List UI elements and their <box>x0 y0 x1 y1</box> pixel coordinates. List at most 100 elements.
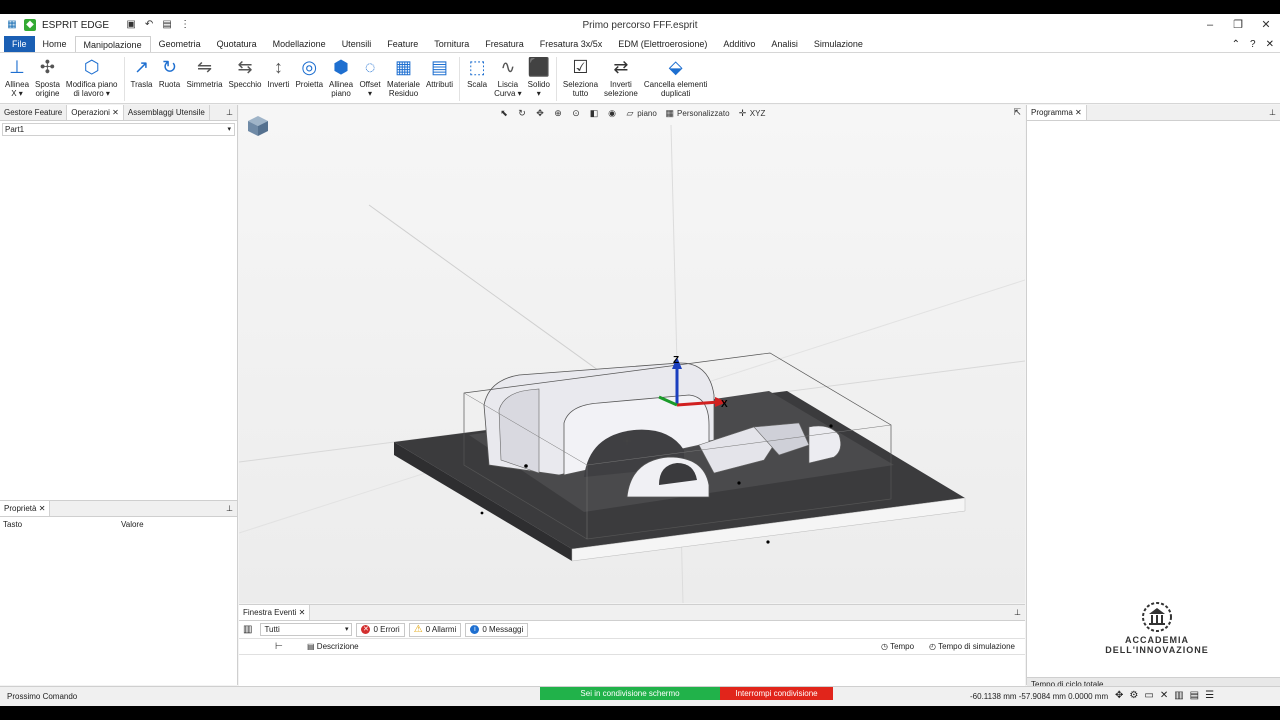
tab-tornitura[interactable]: Tornitura <box>426 36 477 52</box>
ribbon-button-16[interactable]: ☑ Seleziona tutto <box>560 53 601 98</box>
ribbon-label: Materiale Residuo <box>387 80 420 98</box>
tab-modellazione[interactable]: Modellazione <box>265 36 334 52</box>
right-panel-tabs: Programma ✕ ⊥ <box>1027 105 1280 121</box>
ribbon-button-15[interactable]: ⬛ Solido ▾ <box>525 53 553 98</box>
tab-fresatura[interactable]: Fresatura <box>477 36 532 52</box>
close-tab-icon[interactable]: ✕ <box>1075 108 1082 117</box>
help-icon[interactable]: ? <box>1250 39 1256 50</box>
stop-sharing-button[interactable]: Interrompi condivisione <box>720 687 833 700</box>
snap-icon[interactable]: ✥ <box>1115 690 1123 701</box>
delete-duplicates-icon: ⬙ <box>668 57 683 77</box>
tab-file[interactable]: File <box>4 36 35 52</box>
cancel-icon[interactable]: ✕ <box>1160 690 1168 701</box>
close-tab-icon[interactable]: ✕ <box>39 504 46 513</box>
ribbon-button-11[interactable]: ▦ Materiale Residuo <box>384 53 423 98</box>
grid-icon[interactable]: ▥ <box>1174 690 1183 701</box>
tab-proprieta[interactable]: Proprietà ✕ <box>0 501 51 516</box>
history-icon[interactable]: ▤ <box>161 19 173 31</box>
messages-filter[interactable]: i 0 Messaggi <box>465 622 529 637</box>
settings-icon[interactable]: ⚙ <box>1129 690 1138 701</box>
tab-additivo[interactable]: Additivo <box>715 36 763 52</box>
column-descrizione[interactable]: ▤ Descrizione <box>307 642 359 651</box>
ribbon-button-8[interactable]: ◎ Proietta <box>292 53 326 89</box>
tree-icon[interactable]: ⊢ <box>275 641 283 652</box>
part-model[interactable]: Z X <box>239 105 1025 603</box>
column-simulazione-label: Tempo di simulazione <box>938 642 1015 651</box>
tab-fresatura-3x5x[interactable]: Fresatura 3x/5x <box>532 36 611 52</box>
warning-icon: ⚠ <box>413 624 423 635</box>
tab-operazioni[interactable]: Operazioni ✕ <box>67 105 124 120</box>
pin-icon[interactable]: ⊥ <box>1269 105 1276 120</box>
ribbon-button-12[interactable]: ▤ Attributi <box>423 53 456 89</box>
ribbon-button-3[interactable]: ↗ Trasla <box>128 53 156 89</box>
customize-dropdown-icon[interactable]: ⋮ <box>179 19 191 31</box>
part-selector[interactable]: Part1 ▾ <box>2 123 235 136</box>
rotate-icon: ↻ <box>161 57 178 77</box>
tab-assemblaggi-utensile[interactable]: Assemblaggi Utensile <box>124 105 210 120</box>
tab-simulazione[interactable]: Simulazione <box>806 36 871 52</box>
column-tempo[interactable]: ◷ Tempo <box>881 642 914 651</box>
tab-finestra-eventi[interactable]: Finestra Eventi ✕ <box>239 605 311 620</box>
restore-icon[interactable]: ❐ <box>1224 14 1252 36</box>
column-simulazione[interactable]: ◴ Tempo di simulazione <box>929 642 1015 651</box>
ribbon-label: Proietta <box>295 80 324 89</box>
close-doc-icon[interactable]: ✕ <box>1266 39 1274 50</box>
clear-events-icon[interactable]: ▥ <box>243 624 252 635</box>
tab-edm[interactable]: EDM (Elettroerosione) <box>610 36 715 52</box>
collapse-ribbon-icon[interactable]: ⌃ <box>1232 39 1240 50</box>
pin-icon[interactable]: ⊥ <box>226 105 233 120</box>
tab-manipolazione[interactable]: Manipolazione <box>74 36 151 52</box>
view-icon[interactable]: ▭ <box>1144 690 1153 701</box>
tab-quotatura[interactable]: Quotatura <box>209 36 265 52</box>
logo-line2: DELL'INNOVAZIONE <box>1105 645 1209 655</box>
tab-feature[interactable]: Feature <box>379 36 426 52</box>
part-selector-value: Part1 <box>5 125 25 134</box>
ribbon-label: Modifica piano di lavoro ▾ <box>65 80 118 98</box>
layers-icon[interactable]: ▤ <box>1190 690 1199 701</box>
ribbon-button-5[interactable]: ⇋ Simmetria <box>184 53 226 89</box>
ribbon-button-13[interactable]: ⬚ Scala <box>463 53 491 89</box>
ribbon-button-7[interactable]: ↕ Inverti <box>264 53 292 89</box>
tab-gestore-feature[interactable]: Gestore Feature <box>0 105 68 120</box>
minimize-icon[interactable]: – <box>1196 14 1224 36</box>
tab-geometria[interactable]: Geometria <box>151 36 209 52</box>
ribbon-button-9[interactable]: ⬢ Allinea piano <box>326 53 356 98</box>
ribbon-button-10[interactable]: ◌ Offset ▾ <box>356 53 384 98</box>
tab-finestra-eventi-label: Finestra Eventi <box>243 608 297 617</box>
close-tab-icon[interactable]: ✕ <box>112 108 119 117</box>
reflect-icon: ⇆ <box>237 57 253 77</box>
status-icons: ✥ ⚙ ▭ ✕ ▥ ▤ ☰ <box>1115 690 1214 701</box>
tab-home[interactable]: Home <box>35 36 75 52</box>
ribbon-separator <box>555 57 557 101</box>
tab-programma[interactable]: Programma ✕ <box>1027 105 1087 120</box>
offset-icon: ◌ <box>364 57 376 77</box>
save-icon[interactable]: ▣ <box>125 19 137 31</box>
events-filter-value: Tutti <box>264 625 280 634</box>
3d-viewport[interactable]: ⬉ ↻ ✥ ⊕ ⊙ ◧ ◉ ▱ piano ▦ Personalizzato ✛… <box>239 105 1025 603</box>
alarms-filter[interactable]: ⚠ 0 Allarmi <box>408 622 462 637</box>
ribbon-button-18[interactable]: ⬙ Cancella elementi duplicati <box>641 53 711 98</box>
tab-analisi[interactable]: Analisi <box>763 36 806 52</box>
app-menu-icon[interactable]: ▦ <box>6 19 18 31</box>
close-icon[interactable]: ✕ <box>1252 14 1280 36</box>
attributes-icon: ▤ <box>431 57 449 77</box>
esprit-logo-icon: ◆ <box>24 19 36 31</box>
events-filter-select[interactable]: Tutti ▾ <box>260 623 353 636</box>
ribbon-button-14[interactable]: ∿ Liscia Curva ▾ <box>491 53 525 98</box>
ribbon-button-0[interactable]: ⊥ Allinea X ▾ <box>2 53 32 98</box>
ribbon-label: Scala <box>467 80 488 89</box>
ribbon-button-6[interactable]: ⇆ Specchio <box>226 53 265 89</box>
close-tab-icon[interactable]: ✕ <box>299 608 306 617</box>
ribbon-button-1[interactable]: ✣ Sposta origine <box>32 53 63 98</box>
undo-icon[interactable]: ↶ <box>143 19 155 31</box>
pin-icon[interactable]: ⊥ <box>1014 605 1021 620</box>
errors-filter[interactable]: ✕ 0 Errori <box>356 622 405 637</box>
ribbon-button-4[interactable]: ↻ Ruota <box>156 53 184 89</box>
tab-utensili[interactable]: Utensili <box>334 36 380 52</box>
ribbon-separator <box>123 57 125 101</box>
ribbon-label: Allinea piano <box>329 80 354 98</box>
ribbon-button-17[interactable]: ⇄ Inverti selezione <box>601 53 641 98</box>
ribbon-button-2[interactable]: ⬡ Modifica piano di lavoro ▾ <box>63 53 121 98</box>
pin-icon[interactable]: ⊥ <box>226 501 233 516</box>
list-icon[interactable]: ☰ <box>1205 690 1214 701</box>
